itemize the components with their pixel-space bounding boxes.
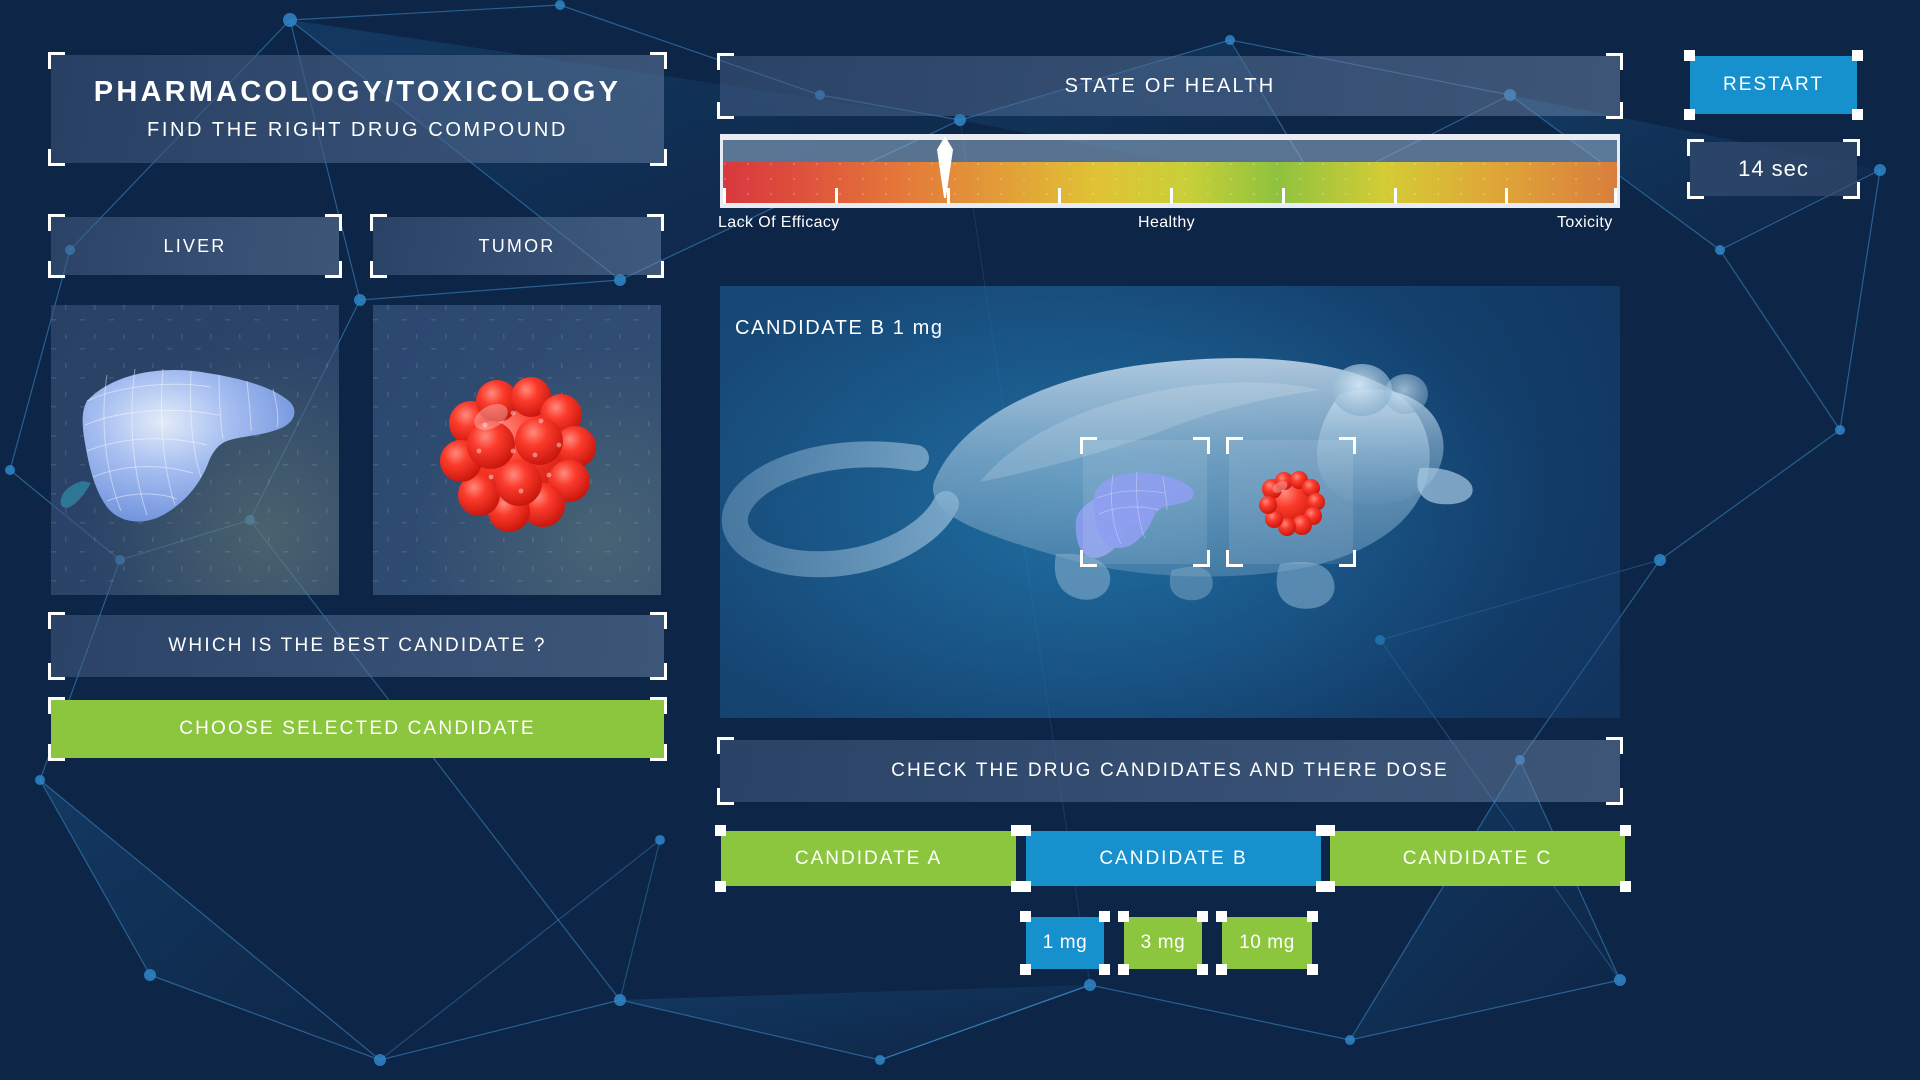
check-doses-panel: CHECK THE DRUG CANDIDATES AND THERE DOSE — [717, 737, 1623, 805]
health-meter — [720, 134, 1620, 208]
tab-liver[interactable]: LIVER — [48, 214, 342, 278]
health-label-left: Lack Of Efficacy — [718, 214, 840, 231]
question-text: WHICH IS THE BEST CANDIDATE ? — [168, 635, 547, 656]
candidate-b-button[interactable]: CANDIDATE B — [1020, 825, 1327, 892]
health-tick — [1505, 188, 1509, 204]
candidate-c-button[interactable]: CANDIDATE C — [1324, 825, 1631, 892]
candidate-b-label: CANDIDATE B — [1099, 847, 1248, 869]
page-subtitle: FIND THE RIGHT DRUG COMPOUND — [147, 119, 568, 141]
health-tick — [1170, 188, 1173, 204]
dose-10mg-button[interactable]: 10 mg — [1216, 911, 1318, 975]
health-label-right: Toxicity — [1557, 214, 1613, 231]
liver-preview-box[interactable] — [51, 305, 339, 595]
dose-1mg-label: 1 mg — [1042, 932, 1088, 953]
candidate-c-label: CANDIDATE C — [1402, 847, 1553, 869]
tumor-preview-box[interactable] — [373, 305, 661, 595]
candidate-a-button[interactable]: CANDIDATE A — [715, 825, 1022, 892]
active-candidate-label: CANDIDATE B 1 mg — [735, 317, 944, 339]
health-tick — [1614, 188, 1617, 204]
hotspot-liver[interactable] — [1080, 437, 1210, 567]
liver-hotspot-icon — [1093, 471, 1194, 549]
dose-3mg-label: 3 mg — [1140, 932, 1186, 953]
timer-value: 14 sec — [1738, 156, 1809, 181]
page-title: PHARMACOLOGY/TOXICOLOGY — [93, 76, 622, 108]
question-panel: WHICH IS THE BEST CANDIDATE ? — [48, 612, 667, 680]
restart-button-label: RESTART — [1723, 74, 1824, 95]
tumor-icon — [440, 377, 596, 532]
candidate-a-label: CANDIDATE A — [794, 847, 943, 869]
health-tick — [1393, 188, 1397, 204]
timer-display: 14 sec — [1687, 139, 1860, 199]
tab-tumor-label: TUMOR — [478, 235, 556, 256]
title-panel: PHARMACOLOGY/TOXICOLOGY FIND THE RIGHT D… — [48, 52, 667, 166]
dose-10mg-label: 10 mg — [1239, 932, 1295, 953]
state-of-health-title: STATE OF HEALTH — [1064, 74, 1276, 97]
liver-icon — [60, 368, 295, 522]
app-stage: PHARMACOLOGY/TOXICOLOGY FIND THE RIGHT D… — [0, 0, 1920, 1080]
bracket-frame — [48, 52, 667, 166]
health-tick — [1058, 188, 1062, 204]
restart-button[interactable]: RESTART — [1684, 50, 1863, 120]
health-label-center: Healthy — [1138, 214, 1196, 231]
choose-button-label: CHOOSE SELECTED CANDIDATE — [179, 718, 536, 739]
state-of-health-panel: STATE OF HEALTH — [717, 53, 1623, 119]
health-meter-header-strip — [723, 140, 1617, 162]
tab-liver-label: LIVER — [163, 235, 227, 256]
health-tick — [834, 188, 838, 204]
dose-3mg-button[interactable]: 3 mg — [1118, 911, 1208, 975]
tumor-hotspot-icon — [1259, 471, 1325, 536]
health-tick — [1281, 188, 1285, 204]
check-doses-text: CHECK THE DRUG CANDIDATES AND THERE DOSE — [891, 760, 1449, 781]
health-gradient-track — [723, 162, 1617, 204]
tab-tumor[interactable]: TUMOR — [370, 214, 664, 278]
dose-1mg-button[interactable]: 1 mg — [1020, 911, 1110, 975]
hotspot-tumor[interactable] — [1226, 437, 1356, 567]
choose-selected-candidate-button[interactable]: CHOOSE SELECTED CANDIDATE — [48, 697, 667, 761]
health-tick — [723, 188, 726, 204]
